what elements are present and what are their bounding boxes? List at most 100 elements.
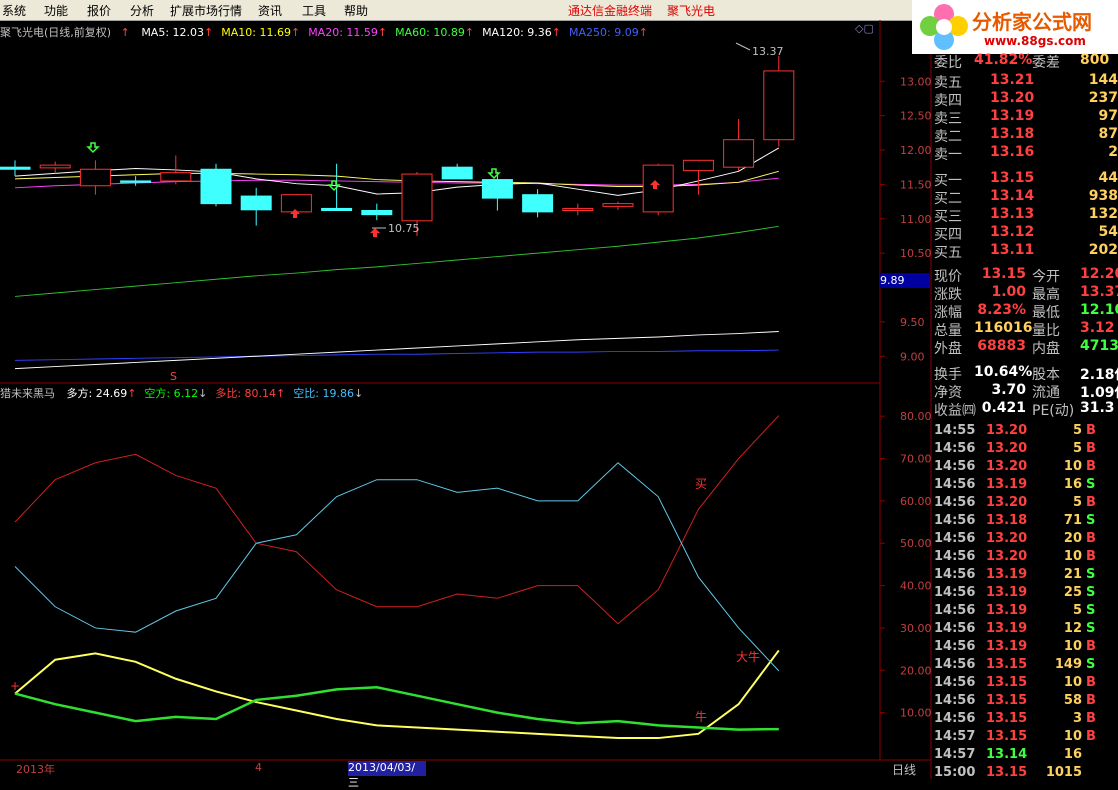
candle-body xyxy=(562,207,594,211)
down-arrow-icon: ↓ xyxy=(198,387,208,400)
high-price-label: 13.37 xyxy=(752,45,784,58)
up-arrow-icon: ↑ xyxy=(377,26,388,39)
stat-value: 12.10 xyxy=(1080,302,1118,318)
candle xyxy=(602,201,634,210)
tick-volume: 12 xyxy=(1063,621,1082,636)
order-level-row[interactable]: 卖四 13.20 237 xyxy=(934,90,1118,109)
candle xyxy=(0,160,31,177)
order-level-label: 卖三 xyxy=(934,111,962,127)
ma-label: MA20: 11.59 xyxy=(308,26,378,39)
up-arrow-icon: ↑ xyxy=(290,26,301,39)
tick-side: B xyxy=(1086,675,1096,690)
crosshair-price-marker: 9.89 xyxy=(880,273,930,288)
tick-price: 13.19 xyxy=(986,639,1028,654)
candle-body xyxy=(642,164,674,213)
up-arrow-icon: ↑ xyxy=(464,26,475,39)
candle xyxy=(39,161,71,174)
price-tick-label: 10.50 xyxy=(900,247,932,260)
order-level-label: 买五 xyxy=(934,245,962,261)
order-level-row[interactable]: 买三 13.13 132 xyxy=(934,206,1118,225)
tick-price: 13.20 xyxy=(986,531,1028,546)
stat-row: 换手 10.64%股本 2.18亿 xyxy=(934,364,1118,383)
tick-volume: 10 xyxy=(1063,675,1082,690)
tick-time: 14:56 xyxy=(934,675,976,690)
candle xyxy=(120,176,152,186)
tick-volume: 21 xyxy=(1063,567,1082,582)
candle xyxy=(200,163,232,207)
stat-row: 净资 3.70 流通 1.09亿 xyxy=(934,382,1118,401)
tick-time: 14:56 xyxy=(934,513,976,528)
stat-label: 总量 xyxy=(934,323,962,339)
order-level-row[interactable]: 买四 13.12 54 xyxy=(934,224,1118,243)
tick-time: 14:56 xyxy=(934,711,976,726)
period-label[interactable]: 日线 xyxy=(892,761,916,778)
high-marker: 13.37 xyxy=(735,42,784,58)
order-level-row[interactable]: 买一 13.15 44 xyxy=(934,170,1118,189)
tick-price: 13.14 xyxy=(986,747,1028,762)
stat-label: 净资 xyxy=(934,385,962,401)
tick-row: 14:56 13.20 10 B xyxy=(934,549,1118,567)
order-level-volume: 44 xyxy=(1098,170,1118,186)
order-level-price: 13.19 xyxy=(990,108,1035,124)
order-level-price: 13.16 xyxy=(990,144,1035,160)
stat-value: 8.23% xyxy=(977,302,1026,318)
candle-body xyxy=(160,172,192,182)
ma-label: MA60: 10.89 xyxy=(395,26,465,39)
tick-side: B xyxy=(1086,531,1096,546)
order-level-label: 卖二 xyxy=(934,129,962,145)
tick-volume: 3 xyxy=(1072,711,1082,726)
tick-time: 14:56 xyxy=(934,693,976,708)
order-level-row[interactable]: 卖三 13.19 97 xyxy=(934,108,1118,127)
window-control-icon[interactable]: ◇▢ xyxy=(855,22,874,35)
candle-body xyxy=(200,168,232,205)
candle-body xyxy=(763,70,795,141)
ma-label: MA5: 12.03 xyxy=(141,26,205,39)
tick-price: 13.20 xyxy=(986,441,1028,456)
tick-side: S xyxy=(1086,477,1096,492)
tick-time: 14:56 xyxy=(934,549,976,564)
indicator-label: 多方: 24.69 xyxy=(66,387,128,400)
tick-side: S xyxy=(1086,513,1096,528)
stat-value: 31.3 xyxy=(1080,400,1115,416)
tick-volume: 16 xyxy=(1063,747,1082,762)
tick-time: 14:56 xyxy=(934,477,976,492)
tick-side: S xyxy=(1086,603,1096,618)
order-level-row[interactable]: 买二 13.14 938 xyxy=(934,188,1118,207)
order-level-volume: 144 xyxy=(1088,72,1118,88)
stock-chart-title: 聚飞光电(日线,前复权) xyxy=(0,26,112,39)
tick-volume: 10 xyxy=(1063,729,1082,744)
candle-body xyxy=(321,207,353,211)
candle-body xyxy=(0,166,31,170)
stat-row: 收益㈣ 0.421 PE(动) 31.3 xyxy=(934,400,1118,419)
order-level-volume: 87 xyxy=(1098,126,1118,142)
indicator-scale: 80.00 70.00 60.00 50.00 40.00 30.00 20.00 10.00 xyxy=(880,410,932,720)
candle-body xyxy=(280,194,312,213)
tick-price: 13.19 xyxy=(986,621,1028,636)
tick-side: B xyxy=(1086,729,1096,744)
tick-row: 14:56 13.15 3 B xyxy=(934,711,1118,729)
indicator-series-line xyxy=(14,685,779,731)
tick-time: 14:56 xyxy=(934,603,976,618)
tick-row: 14:56 13.19 25 S xyxy=(934,585,1118,603)
order-level-row[interactable]: 卖一 13.16 2 xyxy=(934,144,1118,163)
tick-price: 13.15 xyxy=(986,657,1028,672)
stat-value: 3.12 xyxy=(1080,320,1115,336)
tick-side: B xyxy=(1086,459,1096,474)
order-level-volume: 202 xyxy=(1088,242,1118,258)
tick-time: 14:57 xyxy=(934,747,976,762)
order-level-row[interactable]: 卖五 13.21 144 xyxy=(934,72,1118,91)
tick-volume: 58 xyxy=(1063,693,1082,708)
niu-signal-label: 牛 xyxy=(695,709,707,724)
order-level-row[interactable]: 卖二 13.18 87 xyxy=(934,126,1118,145)
order-level-price: 13.14 xyxy=(990,188,1035,204)
tick-volume: 71 xyxy=(1063,513,1082,528)
tick-volume: 5 xyxy=(1072,423,1082,438)
tick-side: B xyxy=(1086,639,1096,654)
order-level-row[interactable]: 买五 13.11 202 xyxy=(934,242,1118,261)
order-level-label: 买二 xyxy=(934,191,962,207)
candle-body xyxy=(682,159,714,172)
candle xyxy=(682,159,714,195)
price-scale: 13.00 12.50 12.00 11.50 11.00 10.50 9.50 9.00 xyxy=(880,75,932,363)
order-ratio-value: 41.82% xyxy=(974,52,1033,68)
stat-label: 流通 xyxy=(1032,385,1060,401)
